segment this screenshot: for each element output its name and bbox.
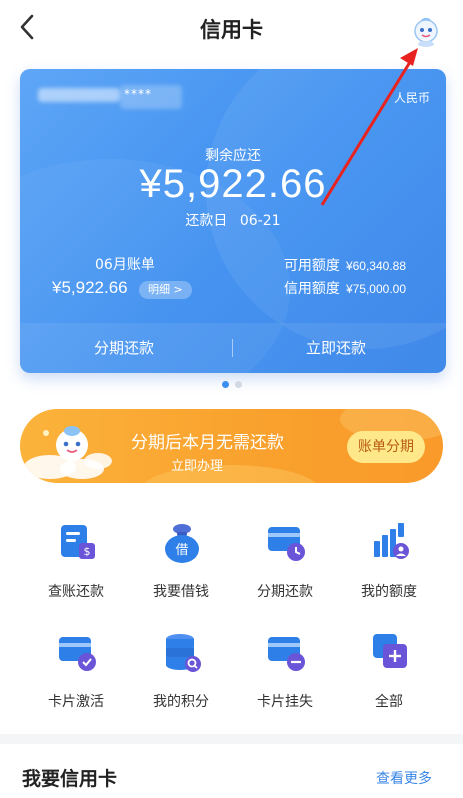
credit-limit-value: ¥75,000.00: [345, 282, 406, 296]
svg-text:$: $: [84, 545, 91, 558]
section-gap: [0, 734, 463, 744]
grid-label: 卡片激活: [48, 694, 104, 710]
due-date: 还款日 06-21: [20, 210, 446, 230]
carousel-dot[interactable]: [235, 381, 242, 388]
grid-label: 查账还款: [48, 584, 104, 600]
grid-item-card-lost[interactable]: 卡片挂失: [233, 631, 337, 721]
limit-chart-icon: [374, 523, 409, 559]
card-activate-icon: [59, 637, 96, 671]
grid-item-my-limit[interactable]: 我的额度: [337, 521, 441, 611]
top-bar: 信用卡: [0, 0, 463, 56]
bill-payment-icon: $: [61, 525, 95, 559]
grid-label: 我要借钱: [153, 584, 209, 600]
installment-repay-button[interactable]: 分期还款: [94, 337, 154, 358]
carousel-indicator: [222, 381, 246, 389]
grid-label: 卡片挂失: [257, 694, 313, 710]
credit-limit: 信用额度 ¥75,000.00: [284, 278, 406, 298]
grid-item-bill-payment[interactable]: $ 查账还款: [24, 521, 128, 611]
bill-amount: ¥5,922.66: [52, 278, 128, 297]
grid-item-card-activate[interactable]: 卡片激活: [24, 631, 128, 721]
installment-card-icon: [268, 527, 305, 561]
grid-item-points[interactable]: 我的积分: [129, 631, 233, 721]
see-more-link[interactable]: 查看更多: [376, 768, 432, 788]
available-limit-value: ¥60,340.88: [345, 259, 406, 273]
card-number: ****: [124, 87, 152, 101]
banner-title: 分期后本月无需还款: [131, 433, 284, 453]
bill-label: 06月账单: [95, 257, 155, 273]
page-title: 信用卡: [200, 18, 263, 42]
card-lost-icon: [268, 637, 305, 671]
currency-label: 人民币: [393, 91, 430, 105]
action-divider: [232, 339, 233, 357]
grid-item-all[interactable]: 全部: [337, 631, 441, 721]
grid-label: 分期还款: [257, 584, 313, 600]
credit-limit-label: 信用额度: [283, 281, 340, 297]
carousel-dot-active[interactable]: [222, 381, 229, 388]
available-limit: 可用额度 ¥60,340.88: [284, 255, 406, 275]
repay-now-button[interactable]: 立即还款: [306, 337, 366, 358]
available-limit-label: 可用额度: [283, 258, 340, 274]
due-amount: ¥5,922.66: [139, 162, 327, 206]
banner-subtitle[interactable]: 立即办理: [171, 455, 223, 474]
grid-item-installment[interactable]: 分期还款: [233, 521, 337, 611]
grid-label: 我的额度: [361, 584, 417, 600]
grid-item-loan[interactable]: 借 我要借钱: [129, 521, 233, 611]
bill-detail-button[interactable]: 明细 >: [139, 281, 192, 299]
card-action-bar: 分期还款 立即还款: [20, 323, 446, 373]
due-date-value: 06-21: [239, 213, 281, 229]
bill-installment-button[interactable]: 账单分期: [347, 431, 425, 463]
installment-promo-banner[interactable]: 分期后本月无需还款 立即办理 账单分期: [20, 409, 443, 483]
assistant-robot-icon[interactable]: [410, 14, 442, 48]
all-services-icon: [373, 634, 407, 668]
due-date-label: 还款日: [185, 213, 228, 229]
svg-text:借: 借: [175, 543, 188, 558]
credit-card-summary[interactable]: **** 人民币 剩余应还 ¥5,922.66 还款日 06-21 06月账单 …: [20, 69, 446, 373]
loan-bag-icon: 借: [165, 524, 199, 563]
points-coins-icon: [166, 634, 201, 672]
card-holder-blurred: [38, 88, 120, 102]
section-title: 我要信用卡: [22, 768, 118, 790]
grid-label: 我的积分: [153, 694, 209, 710]
grid-label: 全部: [375, 694, 403, 710]
